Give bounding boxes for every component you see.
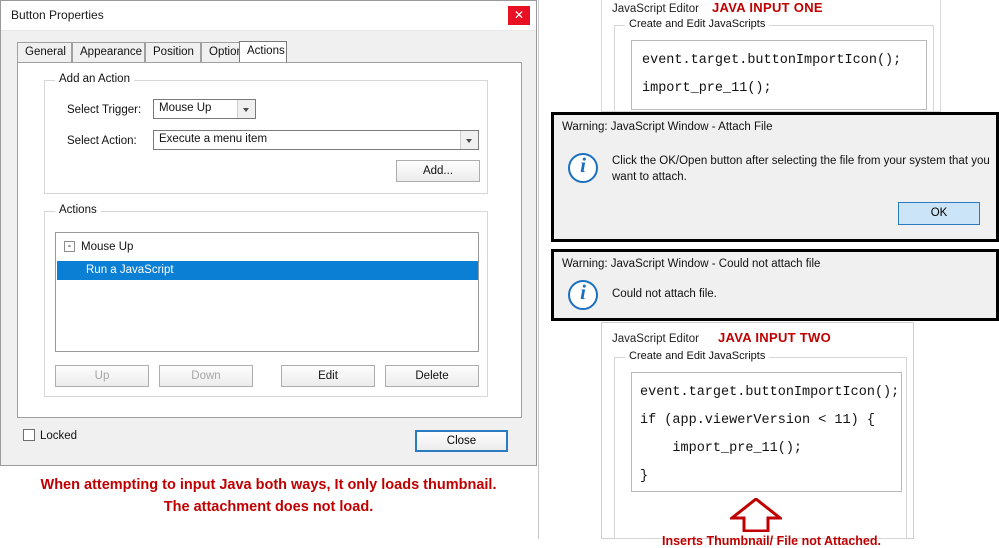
locked-checkbox-row[interactable]: Locked: [23, 429, 77, 442]
javascript-code-area-one[interactable]: event.target.buttonImportIcon(); import_…: [631, 40, 927, 110]
up-button[interactable]: Up: [55, 365, 149, 387]
code-line: import_pre_11();: [642, 81, 772, 96]
warning-attach-file-title: Warning: JavaScript Window - Attach File: [562, 121, 773, 133]
javascript-editor-one-title: JavaScript Editor: [612, 3, 699, 15]
warning-could-not-attach-dialog: Warning: JavaScript Window - Could not a…: [551, 249, 999, 321]
javascript-editor-two: JavaScript Editor JAVA INPUT TWO Create …: [601, 322, 914, 548]
create-edit-javascripts-group-two: Create and Edit JavaScripts event.target…: [614, 350, 907, 548]
select-action-dropdown[interactable]: Execute a menu item: [153, 130, 479, 150]
info-icon: [568, 280, 598, 310]
warning-could-not-attach-message: Could not attach file.: [612, 288, 717, 300]
close-button[interactable]: Close: [415, 430, 508, 452]
code-line: event.target.buttonImportIcon();: [642, 53, 902, 68]
chevron-down-icon: [237, 100, 255, 118]
down-button[interactable]: Down: [159, 365, 253, 387]
collapse-icon[interactable]: -: [64, 241, 75, 253]
tab-appearance[interactable]: Appearance: [72, 42, 145, 62]
tree-root-label: Mouse Up: [81, 241, 134, 253]
add-an-action-label: Add an Action: [55, 73, 134, 85]
tree-item-run-a-javascript[interactable]: Run a JavaScript: [57, 261, 478, 280]
code-line: import_pre_11();: [640, 441, 803, 456]
create-edit-javascripts-label-two: Create and Edit JavaScripts: [625, 350, 770, 362]
locked-label: Locked: [40, 430, 78, 442]
actions-group: Actions - Mouse Up Run a JavaScript Up Do…: [44, 204, 488, 397]
select-trigger-value: Mouse Up: [159, 102, 212, 114]
tabstrip: General Appearance Position Options Acti…: [17, 41, 522, 63]
select-trigger-dropdown[interactable]: Mouse Up: [153, 99, 256, 119]
add-an-action-group: Add an Action Select Trigger: Mouse Up S…: [44, 73, 488, 194]
tab-general[interactable]: General: [17, 42, 72, 62]
add-button[interactable]: Add...: [396, 160, 480, 182]
javascript-code-area-two[interactable]: event.target.buttonImportIcon(); if (app…: [631, 372, 902, 492]
warning-attach-file-message: Click the OK/Open button after selecting…: [612, 155, 990, 183]
ok-button[interactable]: OK: [898, 202, 980, 225]
tab-position[interactable]: Position: [145, 42, 201, 62]
tab-panel-actions: Add an Action Select Trigger: Mouse Up S…: [17, 62, 522, 418]
dialog-title: Button Properties: [11, 8, 104, 22]
select-action-value: Execute a menu item: [159, 133, 268, 145]
create-edit-javascripts-group-one: Create and Edit JavaScripts event.target…: [614, 18, 934, 115]
actions-tree[interactable]: - Mouse Up Run a JavaScript: [55, 232, 479, 352]
tab-actions[interactable]: Actions: [239, 41, 287, 63]
java-input-one-label: JAVA INPUT ONE: [712, 0, 823, 15]
actions-label: Actions: [55, 204, 101, 216]
javascript-editor-two-title: JavaScript Editor: [612, 333, 699, 345]
code-line: }: [640, 469, 649, 484]
delete-button[interactable]: Delete: [385, 365, 479, 387]
annotation-caption-line2: The attachment does not load.: [163, 499, 374, 515]
locked-checkbox[interactable]: [23, 429, 35, 441]
thumbnail-annotation: Inserts Thumbnail/ File not Attached.: [661, 534, 881, 548]
panel-divider: [538, 0, 539, 539]
javascript-editor-one: JavaScript Editor JAVA INPUT ONE Create …: [601, 0, 941, 115]
edit-button[interactable]: Edit: [281, 365, 375, 387]
tree-root-item[interactable]: - Mouse Up: [64, 241, 133, 253]
arrow-up-icon: [730, 498, 782, 532]
info-icon: [568, 153, 598, 183]
annotation-caption: When attempting to input Java both ways,…: [0, 474, 537, 518]
chevron-down-icon: [460, 131, 478, 149]
select-action-label: Select Action:: [67, 135, 137, 147]
warning-attach-file-dialog: Warning: JavaScript Window - Attach File…: [551, 112, 999, 242]
code-line: if (app.viewerVersion < 11) {: [640, 413, 875, 428]
dialog-titlebar: Button Properties ✕: [1, 1, 536, 31]
create-edit-javascripts-label-one: Create and Edit JavaScripts: [625, 18, 770, 30]
select-trigger-label: Select Trigger:: [67, 104, 142, 116]
button-properties-dialog: Button Properties ✕ General Appearance P…: [0, 0, 537, 466]
close-icon[interactable]: ✕: [508, 6, 530, 25]
warning-could-not-attach-title: Warning: JavaScript Window - Could not a…: [562, 258, 821, 270]
java-input-two-label: JAVA INPUT TWO: [718, 330, 832, 345]
code-line: event.target.buttonImportIcon();: [640, 385, 900, 400]
annotation-caption-line1: When attempting to input Java both ways,…: [40, 477, 497, 493]
